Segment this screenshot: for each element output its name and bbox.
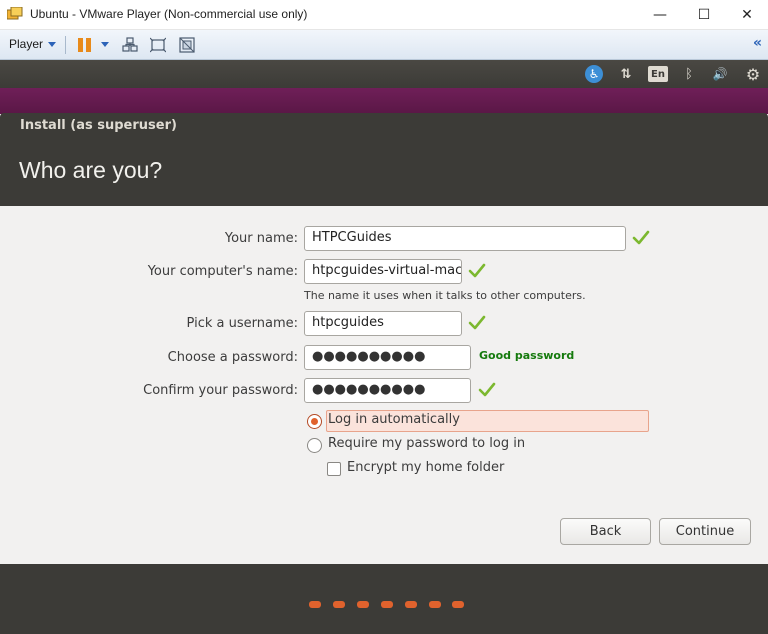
installer-window-title: Install (as superuser) bbox=[20, 118, 177, 133]
unity-icon[interactable] bbox=[179, 37, 195, 53]
computer-name-valid-check-icon bbox=[468, 263, 486, 278]
progress-dot bbox=[333, 601, 345, 608]
desktop-background bbox=[0, 88, 768, 114]
encrypt-home-checkbox[interactable] bbox=[327, 462, 341, 476]
name-label: Your name: bbox=[224, 231, 298, 246]
username-input[interactable]: htpcguides bbox=[304, 311, 462, 336]
keyboard-layout-indicator[interactable]: En bbox=[648, 66, 668, 82]
encrypt-home-label[interactable]: Encrypt my home folder bbox=[347, 460, 504, 475]
computer-name-label: Your computer's name: bbox=[147, 264, 298, 279]
collapse-toolbar-icon[interactable]: « bbox=[753, 35, 762, 51]
continue-button[interactable]: Continue bbox=[659, 518, 751, 545]
progress-dot bbox=[429, 601, 441, 608]
accessibility-icon[interactable]: ♿ bbox=[585, 65, 603, 83]
user-form: Your name: HTPCGuides Your computer's na… bbox=[0, 206, 768, 564]
require-password-radio[interactable] bbox=[307, 438, 322, 453]
progress-dot bbox=[405, 601, 417, 608]
installer-footer bbox=[0, 564, 768, 634]
close-button[interactable]: ✕ bbox=[724, 0, 768, 30]
confirm-password-input[interactable]: ●●●●●●●●●● bbox=[304, 378, 471, 403]
volume-icon[interactable]: 🔊 bbox=[709, 65, 731, 83]
network-icon[interactable]: ⇅ bbox=[617, 65, 635, 83]
computer-name-hint: The name it uses when it talks to other … bbox=[304, 289, 586, 302]
username-valid-check-icon bbox=[468, 315, 486, 330]
require-password-label[interactable]: Require my password to log in bbox=[328, 436, 525, 451]
password-input[interactable]: ●●●●●●●●●● bbox=[304, 345, 471, 370]
minimize-button[interactable]: — bbox=[637, 0, 683, 30]
settings-gear-icon[interactable]: ⚙ bbox=[744, 65, 762, 84]
window-title: Ubuntu - VMware Player (Non-commercial u… bbox=[30, 7, 308, 21]
confirm-password-valid-check-icon bbox=[478, 382, 496, 397]
fit-guest-icon[interactable] bbox=[150, 37, 166, 53]
vmware-app-icon bbox=[7, 7, 23, 20]
password-label: Choose a password: bbox=[167, 350, 298, 365]
name-input[interactable]: HTPCGuides bbox=[304, 226, 626, 251]
toolbar-divider bbox=[65, 36, 66, 54]
back-button[interactable]: Back bbox=[560, 518, 651, 545]
maximize-button[interactable]: ☐ bbox=[681, 0, 727, 30]
progress-dot bbox=[309, 601, 321, 608]
vmware-toolbar: Player « bbox=[0, 30, 768, 60]
player-menu[interactable]: Player bbox=[9, 37, 43, 51]
pause-icon[interactable] bbox=[78, 38, 92, 52]
computer-name-input[interactable]: htpcguides-virtual-mac bbox=[304, 259, 462, 284]
auto-login-label[interactable]: Log in automatically bbox=[328, 412, 460, 427]
password-strength-label: Good password bbox=[479, 349, 575, 362]
installer-header: Install (as superuser) Who are you? bbox=[0, 113, 768, 206]
page-title: Who are you? bbox=[19, 157, 163, 183]
username-label: Pick a username: bbox=[186, 316, 298, 331]
ubuntu-top-panel: ♿ ⇅ En ᛒ 🔊 ⚙ bbox=[0, 60, 768, 88]
confirm-password-label: Confirm your password: bbox=[143, 383, 298, 398]
player-menu-chevron-down-icon[interactable] bbox=[48, 42, 56, 47]
progress-dot bbox=[452, 601, 464, 608]
pause-menu-chevron-down-icon[interactable] bbox=[101, 42, 109, 47]
name-valid-check-icon bbox=[632, 230, 650, 245]
progress-dot bbox=[381, 601, 393, 608]
progress-dot bbox=[357, 601, 369, 608]
bluetooth-icon[interactable]: ᛒ bbox=[682, 65, 696, 83]
send-ctrl-alt-del-icon[interactable] bbox=[122, 37, 138, 53]
auto-login-radio[interactable] bbox=[307, 414, 322, 429]
window-titlebar: Ubuntu - VMware Player (Non-commercial u… bbox=[0, 0, 768, 30]
